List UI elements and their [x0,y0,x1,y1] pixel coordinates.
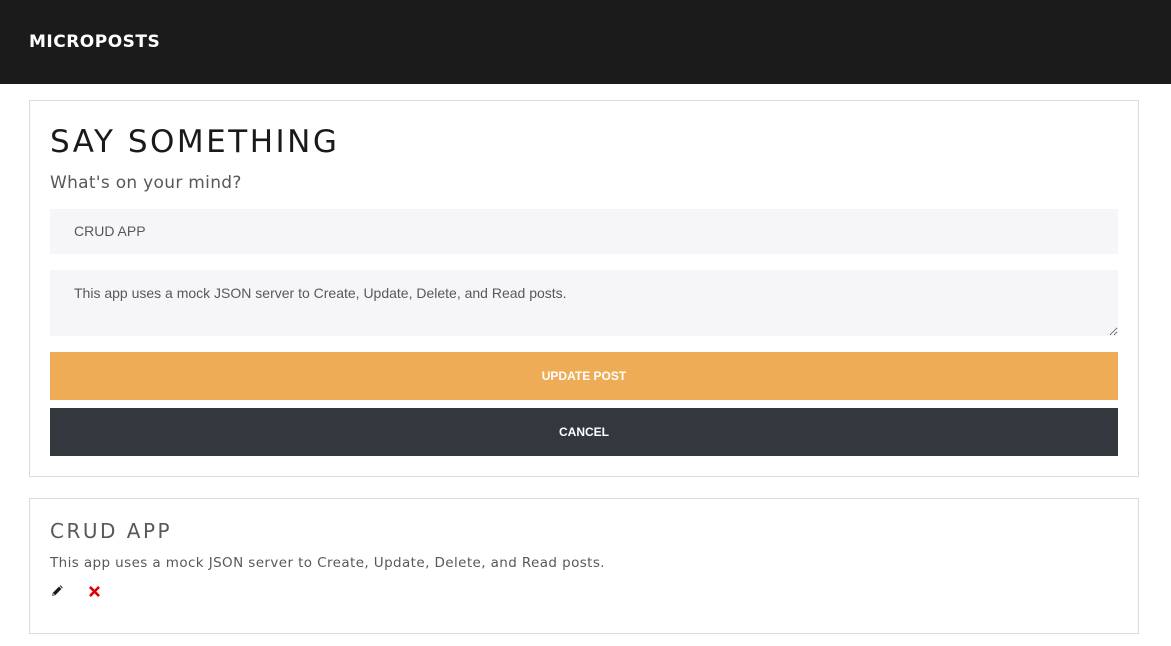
post-body: This app uses a mock JSON server to Crea… [50,555,605,571]
cancel-button[interactable]: CANCEL [50,408,1118,456]
form-heading: SAY SOMETHING [50,124,340,160]
pencil-icon [51,582,64,601]
post-title: CRUD APP [50,519,173,543]
post-form-card: SAY SOMETHING What's on your mind? This … [29,100,1139,477]
update-post-button[interactable]: UPDATE POST [50,352,1118,400]
delete-post-button[interactable] [87,584,101,598]
navbar: MICROPOSTS [0,0,1171,84]
post-title-input[interactable] [50,209,1118,254]
brand-link[interactable]: MICROPOSTS [29,32,160,52]
close-icon [88,582,100,601]
post-card: CRUD APP This app uses a mock JSON serve… [29,498,1139,634]
post-actions [50,581,1118,601]
edit-post-button[interactable] [50,584,64,598]
post-body-textarea[interactable]: This app uses a mock JSON server to Crea… [50,270,1118,336]
form-subheading: What's on your mind? [50,173,242,193]
